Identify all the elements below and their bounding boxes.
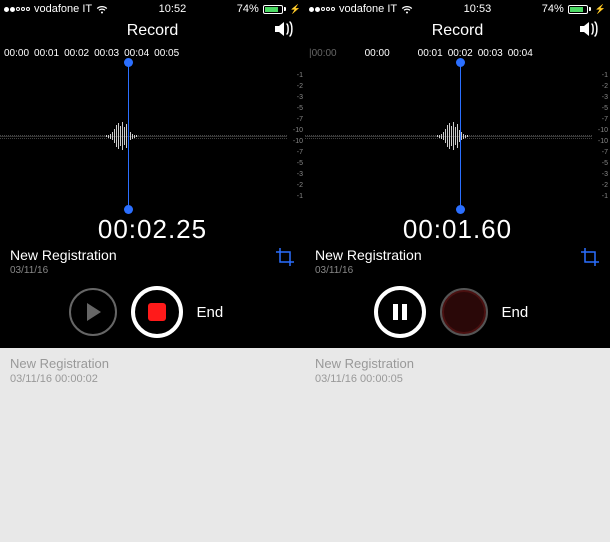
wifi-icon <box>96 5 108 14</box>
elapsed-time: 00:01.60 <box>305 210 610 247</box>
page-title: Record <box>432 22 484 40</box>
recordings-list[interactable]: New Registration 03/11/16 00:00:05 <box>305 348 610 542</box>
playhead[interactable] <box>128 62 129 210</box>
speaker-icon[interactable] <box>273 20 295 43</box>
play-button[interactable] <box>69 288 117 336</box>
battery-pct: 74% <box>237 3 259 15</box>
level-scale: -1-2-3-5-7-10-10-7-5-3-2-1 <box>594 72 608 200</box>
carrier-label: vodafone IT <box>339 3 397 15</box>
clock: 10:52 <box>159 3 187 15</box>
elapsed-time: 00:02.25 <box>0 210 305 247</box>
screen-right: vodafone IT 10:53 74% ⚡ Record |00:00 00… <box>305 0 610 542</box>
recording-title[interactable]: New Registration <box>315 247 422 263</box>
signal-icon <box>309 7 335 12</box>
recordings-list[interactable]: New Registration 03/11/16 00:00:02 <box>0 348 305 542</box>
list-item-title[interactable]: New Registration <box>315 356 600 371</box>
level-scale: -1-2-3-5-7-10-10-7-5-3-2-1 <box>289 72 303 200</box>
speaker-icon[interactable] <box>578 20 600 43</box>
playhead[interactable] <box>460 62 461 210</box>
waveform-area[interactable]: -1-2-3-5-7-10-10-7-5-3-2-1 <box>0 62 305 210</box>
recording-title[interactable]: New Registration <box>10 247 117 263</box>
charging-icon: ⚡ <box>290 4 301 15</box>
list-item-subtitle: 03/11/16 00:00:05 <box>315 373 600 385</box>
header: Record <box>0 18 305 44</box>
crop-icon[interactable] <box>275 247 295 272</box>
recording-date: 03/11/16 <box>10 265 117 276</box>
page-title: Record <box>127 22 179 40</box>
waveform <box>437 121 468 151</box>
battery-pct: 74% <box>542 3 564 15</box>
screen-left: vodafone IT 10:52 74% ⚡ Record 00:00 00:… <box>0 0 305 542</box>
recording-date: 03/11/16 <box>315 265 422 276</box>
record-button[interactable] <box>440 288 488 336</box>
waveform <box>106 121 137 151</box>
wifi-icon <box>401 5 413 14</box>
controls-bar: End <box>305 276 610 348</box>
battery-icon <box>568 5 591 14</box>
waveform-area[interactable]: -1-2-3-5-7-10-10-7-5-3-2-1 <box>305 62 610 210</box>
clock: 10:53 <box>464 3 492 15</box>
pause-button[interactable] <box>374 286 426 338</box>
list-item-title[interactable]: New Registration <box>10 356 295 371</box>
header: Record <box>305 18 610 44</box>
list-item-subtitle: 03/11/16 00:00:02 <box>10 373 295 385</box>
charging-icon: ⚡ <box>595 4 606 15</box>
battery-icon <box>263 5 286 14</box>
crop-icon[interactable] <box>580 247 600 272</box>
end-button[interactable]: End <box>197 304 237 321</box>
status-bar: vodafone IT 10:52 74% ⚡ <box>0 0 305 18</box>
end-button[interactable]: End <box>502 304 542 321</box>
controls-bar: End <box>0 276 305 348</box>
timeline-ruler: 00:00 00:01 00:02 00:03 00:04 00:05 <box>0 44 305 62</box>
carrier-label: vodafone IT <box>34 3 92 15</box>
record-stop-button[interactable] <box>131 286 183 338</box>
signal-icon <box>4 7 30 12</box>
status-bar: vodafone IT 10:53 74% ⚡ <box>305 0 610 18</box>
